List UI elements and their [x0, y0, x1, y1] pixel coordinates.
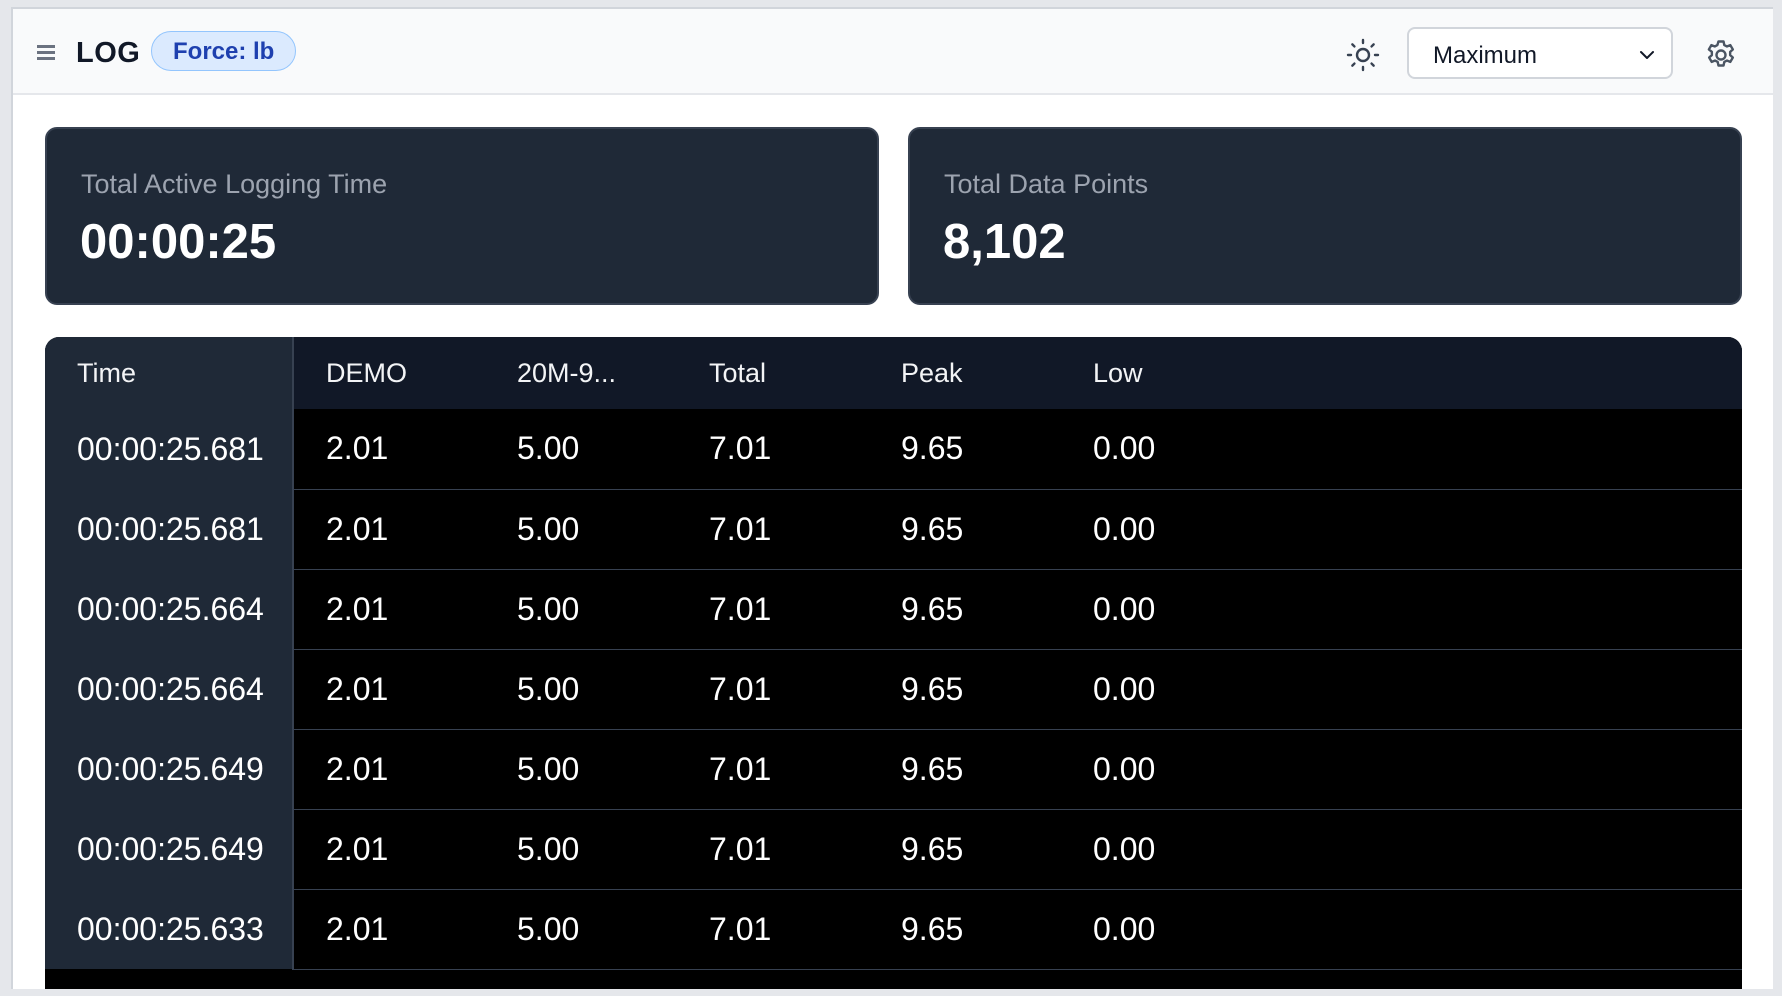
cell-low: 0.00 [1061, 889, 1253, 970]
settings-button[interactable] [1703, 37, 1739, 73]
cell-time: 00:00:25.649 [45, 809, 294, 889]
cell-time: 00:00:25.633 [45, 889, 294, 969]
cell-channel-2: 5.00 [485, 569, 677, 650]
stat-value: 00:00:25 [80, 215, 277, 269]
cell-channel-2: 5.00 [485, 809, 677, 890]
cell-demo: 2.01 [293, 489, 485, 570]
cell-total: 7.01 [677, 569, 869, 650]
table-row[interactable]: 00:00:25.664 2.01 5.00 7.01 9.65 0.00 [45, 649, 1742, 730]
cell-filler [1253, 809, 1742, 890]
stat-label: Total Active Logging Time [81, 169, 388, 199]
stat-card-data-points: Total Data Points 8,102 [908, 127, 1742, 305]
column-header-demo[interactable]: DEMO [293, 337, 485, 409]
cell-low: 0.00 [1061, 649, 1253, 730]
cell-time: 00:00:25.681 [45, 489, 294, 569]
table-header-row: Time DEMO 20M-9... Total Peak Low [45, 337, 1742, 409]
app-window: LOG Force: lb Maximum Total Active Loggi… [11, 7, 1773, 989]
cell-channel-2: 5.00 [485, 649, 677, 730]
menu-icon[interactable] [37, 45, 55, 60]
column-header-filler [1253, 337, 1742, 409]
stat-card-logging-time: Total Active Logging Time 00:00:25 [45, 127, 879, 305]
cell-low: 0.00 [1061, 729, 1253, 810]
cell-peak: 9.65 [869, 729, 1061, 810]
cell-total: 7.01 [677, 729, 869, 810]
cell-peak: 9.65 [869, 809, 1061, 890]
log-table-container[interactable]: Time DEMO 20M-9... Total Peak Low 00:00:… [45, 337, 1742, 989]
stat-value: 8,102 [943, 215, 1066, 269]
cell-peak: 9.65 [869, 409, 1061, 490]
column-header-low[interactable]: Low [1061, 337, 1253, 409]
cell-filler [1253, 489, 1742, 570]
cell-demo: 2.01 [293, 569, 485, 650]
cell-filler [1253, 409, 1742, 490]
column-header-peak[interactable]: Peak [869, 337, 1061, 409]
page-title: LOG [76, 37, 141, 69]
mode-select[interactable]: Maximum [1407, 27, 1673, 79]
table-row[interactable]: 00:00:25.681 2.01 5.00 7.01 9.65 0.00 [45, 409, 1742, 490]
cell-filler [1253, 569, 1742, 650]
cell-peak: 9.65 [869, 569, 1061, 650]
table-row[interactable]: 00:00:25.681 2.01 5.00 7.01 9.65 0.00 [45, 489, 1742, 570]
column-header-time[interactable]: Time [45, 337, 294, 409]
table-row[interactable]: 00:00:25.649 2.01 5.00 7.01 9.65 0.00 [45, 729, 1742, 810]
column-header-total[interactable]: Total [677, 337, 869, 409]
sun-icon [1346, 38, 1380, 72]
cell-low: 0.00 [1061, 489, 1253, 570]
cell-total: 7.01 [677, 889, 869, 970]
cell-demo: 2.01 [293, 649, 485, 730]
cell-demo: 2.01 [293, 809, 485, 890]
mode-select-value: Maximum [1433, 42, 1538, 69]
table-row[interactable]: 00:00:25.649 2.01 5.00 7.01 9.65 0.00 [45, 809, 1742, 890]
cell-low: 0.00 [1061, 409, 1253, 490]
cell-time: 00:00:25.664 [45, 569, 294, 649]
cell-low: 0.00 [1061, 809, 1253, 890]
table-row[interactable]: 00:00:25.633 2.01 5.00 7.01 9.65 0.00 [45, 889, 1742, 970]
cell-demo: 2.01 [293, 409, 485, 490]
cell-total: 7.01 [677, 809, 869, 890]
cell-peak: 9.65 [869, 489, 1061, 570]
cell-time: 00:00:25.681 [45, 409, 294, 489]
cell-demo: 2.01 [293, 889, 485, 970]
cell-total: 7.01 [677, 409, 869, 490]
column-header-channel-2[interactable]: 20M-9... [485, 337, 677, 409]
unit-badge: Force: lb [151, 31, 297, 71]
gear-icon [1707, 40, 1735, 67]
cell-peak: 9.65 [869, 649, 1061, 730]
stat-label: Total Data Points [944, 169, 1149, 199]
cell-total: 7.01 [677, 489, 869, 570]
cell-time: 00:00:25.649 [45, 729, 294, 809]
cell-peak: 9.65 [869, 889, 1061, 970]
cell-demo: 2.01 [293, 729, 485, 810]
cell-filler [1253, 889, 1742, 970]
cell-low: 0.00 [1061, 569, 1253, 650]
log-table: Time DEMO 20M-9... Total Peak Low 00:00:… [45, 337, 1742, 970]
cell-filler [1253, 649, 1742, 730]
cell-channel-2: 5.00 [485, 489, 677, 570]
theme-toggle-button[interactable] [1345, 37, 1381, 73]
top-bar: LOG Force: lb Maximum [13, 9, 1773, 95]
table-row[interactable]: 00:00:25.664 2.01 5.00 7.01 9.65 0.00 [45, 569, 1742, 650]
cell-channel-2: 5.00 [485, 409, 677, 490]
cell-time: 00:00:25.664 [45, 649, 294, 729]
chevron-down-icon [1640, 51, 1654, 59]
cell-total: 7.01 [677, 649, 869, 730]
cell-channel-2: 5.00 [485, 889, 677, 970]
cell-channel-2: 5.00 [485, 729, 677, 810]
cell-filler [1253, 729, 1742, 810]
